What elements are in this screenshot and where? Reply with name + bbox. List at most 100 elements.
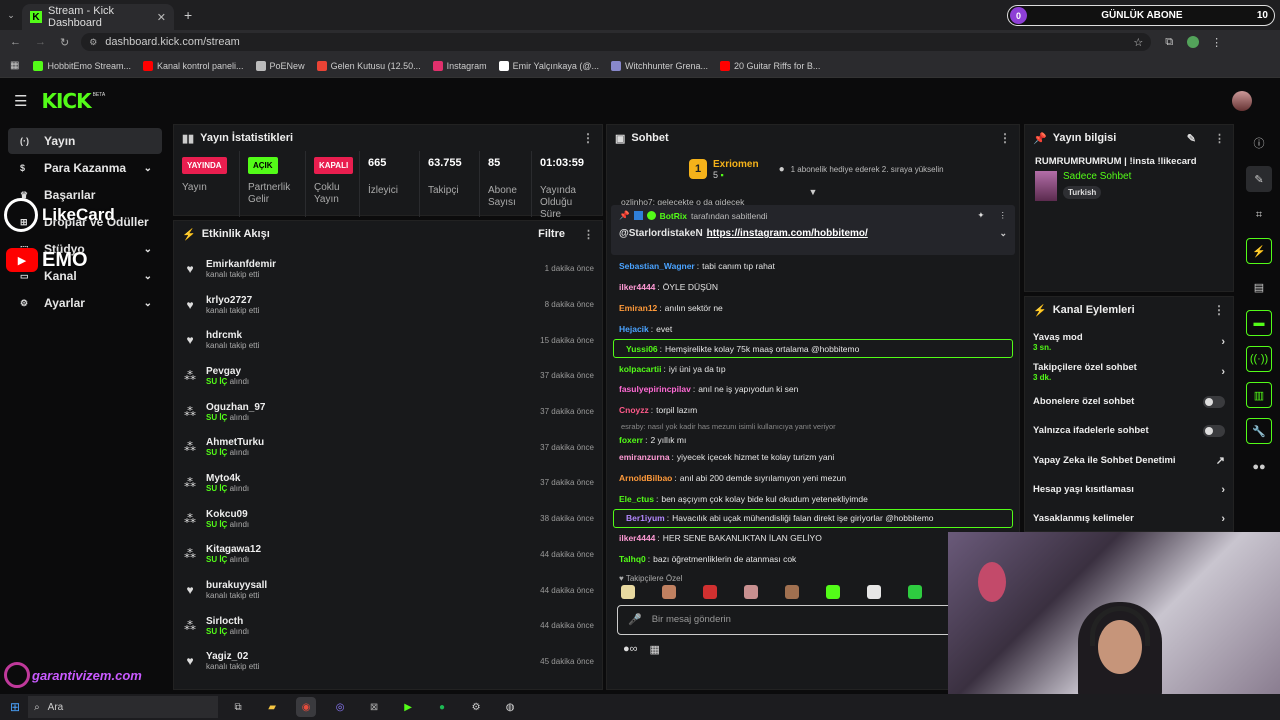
channel-action-item[interactable]: Yalnızca ifadelerle sohbet bbox=[1025, 416, 1233, 445]
info-menu-icon[interactable]: ⋮ bbox=[1214, 132, 1225, 145]
back-icon[interactable]: ← bbox=[10, 36, 21, 48]
xbox-icon[interactable]: ⊠ bbox=[364, 697, 384, 717]
kick-app-icon[interactable]: ▶ bbox=[398, 697, 418, 717]
search-icon: ⌕ bbox=[34, 701, 40, 713]
toggle-switch[interactable] bbox=[1203, 424, 1225, 437]
channel-action-item[interactable]: Yasaklanmış kelimeler › bbox=[1025, 504, 1233, 533]
chat-users-icon[interactable]: ●∞ bbox=[623, 643, 638, 656]
chat-username[interactable]: Hejacik bbox=[619, 324, 649, 334]
reload-icon[interactable]: ↻ bbox=[60, 36, 69, 49]
emote-icon[interactable] bbox=[703, 584, 717, 599]
chat-username[interactable]: ArnoldBilbao bbox=[619, 473, 672, 483]
info-circle-icon[interactable]: ⓘ bbox=[1246, 130, 1272, 156]
chat-username[interactable]: Ber1iyum bbox=[626, 513, 665, 523]
emote-icon[interactable] bbox=[744, 584, 758, 599]
toggle-switch[interactable] bbox=[1203, 395, 1225, 408]
nav-item-gear[interactable]: ⚙ Ayarlar ⌄ bbox=[8, 290, 162, 316]
filter-button[interactable]: Filtre bbox=[538, 228, 565, 240]
nav-item-broadcast[interactable]: (·) Yayın bbox=[8, 128, 162, 154]
lightning-tool-icon[interactable]: ⚡ bbox=[1246, 238, 1272, 264]
activity-menu-icon[interactable]: ⋮ bbox=[583, 228, 594, 241]
windows-start-icon[interactable]: ⊞ bbox=[10, 700, 20, 714]
chat-bubble-icon[interactable]: ▬ bbox=[1246, 310, 1272, 336]
chat-username[interactable]: Yussi06 bbox=[626, 344, 658, 354]
chat-username[interactable]: emiranzurna bbox=[619, 452, 670, 462]
user-avatar[interactable] bbox=[1232, 91, 1252, 111]
steam-icon[interactable]: ⚙ bbox=[466, 697, 486, 717]
spotify-icon[interactable]: ● bbox=[432, 697, 452, 717]
collapse-arrow-icon[interactable]: ▼ bbox=[607, 187, 1019, 197]
chrome-icon[interactable]: ◉ bbox=[296, 697, 317, 717]
pencil-icon[interactable]: ✎ bbox=[1246, 166, 1272, 192]
bookmark-item[interactable]: 20 Guitar Riffs for B... bbox=[720, 60, 820, 71]
stats-menu-icon[interactable]: ⋮ bbox=[582, 131, 594, 145]
chat-username[interactable]: fasulyepirincpilav bbox=[619, 384, 691, 394]
category-name[interactable]: Sadece Sohbet bbox=[1063, 171, 1131, 182]
emote-icon[interactable] bbox=[826, 584, 840, 599]
bookmark-item[interactable]: PoENew bbox=[255, 60, 305, 71]
chat-menu-icon[interactable]: ⋮ bbox=[999, 131, 1011, 145]
browser-menu-icon[interactable]: ⋮ bbox=[1211, 36, 1222, 49]
pinned-link[interactable]: https://instagram.com/hobbitemo/ bbox=[707, 228, 868, 239]
chat-username[interactable]: ilker4444 bbox=[619, 533, 655, 543]
chat-username[interactable]: kolpacartii bbox=[619, 364, 662, 374]
profile-icon[interactable] bbox=[1187, 36, 1200, 48]
chat-username[interactable]: Sebastian_Wagner bbox=[619, 261, 695, 271]
channel-action-item[interactable]: Takipçilere özel sohbet 3 dk. › bbox=[1025, 357, 1233, 387]
browser-tab[interactable]: K Stream - Kick Dashboard ✕ bbox=[22, 4, 174, 30]
extensions-icon[interactable]: ⧉ bbox=[1165, 36, 1173, 49]
forward-icon[interactable]: → bbox=[35, 36, 46, 48]
event-detail: kanalı takip etti bbox=[206, 591, 267, 600]
chat-username[interactable]: Emiran12 bbox=[619, 303, 657, 313]
emote-icon[interactable] bbox=[621, 584, 635, 599]
channel-action-item[interactable]: Yavaş mod 3 sn. › bbox=[1025, 327, 1233, 357]
actions-menu-icon[interactable]: ⋮ bbox=[1213, 303, 1225, 317]
edit-icon[interactable]: ✎ bbox=[1187, 132, 1196, 145]
bookmark-star-icon[interactable]: ☆ bbox=[1133, 36, 1143, 49]
bookmark-item[interactable]: Instagram bbox=[432, 60, 487, 71]
channel-action-item[interactable]: Hesap yaşı kısıtlaması › bbox=[1025, 475, 1233, 504]
wrench-icon[interactable]: 🔧 bbox=[1246, 418, 1272, 444]
bookmark-item[interactable]: Gelen Kutusu (12.50... bbox=[316, 60, 421, 71]
tab-close-icon[interactable]: ✕ bbox=[157, 11, 166, 24]
chat-username[interactable]: foxerr bbox=[619, 435, 643, 445]
emote-icon[interactable] bbox=[867, 584, 881, 599]
address-bar[interactable]: ⚙ dashboard.kick.com/stream ☆ bbox=[81, 33, 1152, 51]
microphone-icon[interactable]: 🎤 bbox=[628, 613, 642, 626]
document-icon[interactable]: ▤ bbox=[1246, 274, 1272, 300]
users-icon[interactable]: ●● bbox=[1246, 454, 1272, 480]
emote-icon[interactable] bbox=[662, 584, 676, 599]
kick-logo[interactable]: KICK bbox=[41, 89, 91, 113]
pin-menu-icon[interactable]: ⋮ bbox=[999, 210, 1008, 221]
new-tab-icon[interactable]: + bbox=[184, 7, 192, 23]
crop-icon[interactable]: ⌗ bbox=[1246, 202, 1272, 228]
file-explorer-icon[interactable]: ▰ bbox=[262, 697, 282, 717]
taskbar-search[interactable]: ⌕ Ara bbox=[28, 696, 219, 718]
unpin-icon[interactable]: ✦ bbox=[977, 210, 984, 221]
chat-username[interactable]: Ele_ctus bbox=[619, 494, 654, 504]
chat-username[interactable]: Cnoyzz bbox=[619, 405, 649, 415]
task-view-icon[interactable]: ⧉ bbox=[228, 697, 248, 717]
obs-icon[interactable]: ◍ bbox=[500, 697, 520, 717]
emote-icon[interactable] bbox=[785, 584, 799, 599]
chat-username[interactable]: Talhq0 bbox=[619, 554, 646, 564]
channel-action-item[interactable]: Yapay Zeka ile Sohbet Denetimi ↗ bbox=[1025, 446, 1233, 475]
broadcast-tool-icon[interactable]: ((·)) bbox=[1246, 346, 1272, 372]
chat-username[interactable]: ilker4444 bbox=[619, 282, 655, 292]
emote-icon[interactable] bbox=[908, 584, 922, 599]
bookmark-item[interactable]: Kanal kontrol paneli... bbox=[142, 60, 244, 71]
bookmark-item[interactable]: Witchhunter Grena... bbox=[610, 60, 708, 71]
discord-icon[interactable]: ◎ bbox=[330, 697, 350, 717]
apps-grid-icon[interactable]: ▦ bbox=[10, 60, 19, 71]
expand-pin-icon[interactable]: ⌄ bbox=[999, 228, 1007, 239]
bookmark-item[interactable]: HobbitEmo Stream... bbox=[33, 60, 131, 71]
site-info-icon[interactable]: ⚙ bbox=[89, 37, 97, 48]
bookmark-item[interactable]: Emir Yalçınkaya (@... bbox=[498, 60, 599, 71]
bookmark-label: HobbitEmo Stream... bbox=[47, 60, 131, 71]
nav-item-money[interactable]: $ Para Kazanma ⌄ bbox=[8, 155, 162, 181]
tab-list-icon[interactable]: ⌄ bbox=[0, 10, 22, 21]
store-icon[interactable]: ▦ bbox=[650, 643, 660, 656]
channel-action-item[interactable]: Abonelere özel sohbet bbox=[1025, 387, 1233, 416]
layout-icon[interactable]: ▥ bbox=[1246, 382, 1272, 408]
hamburger-menu-icon[interactable]: ☰ bbox=[14, 92, 27, 110]
